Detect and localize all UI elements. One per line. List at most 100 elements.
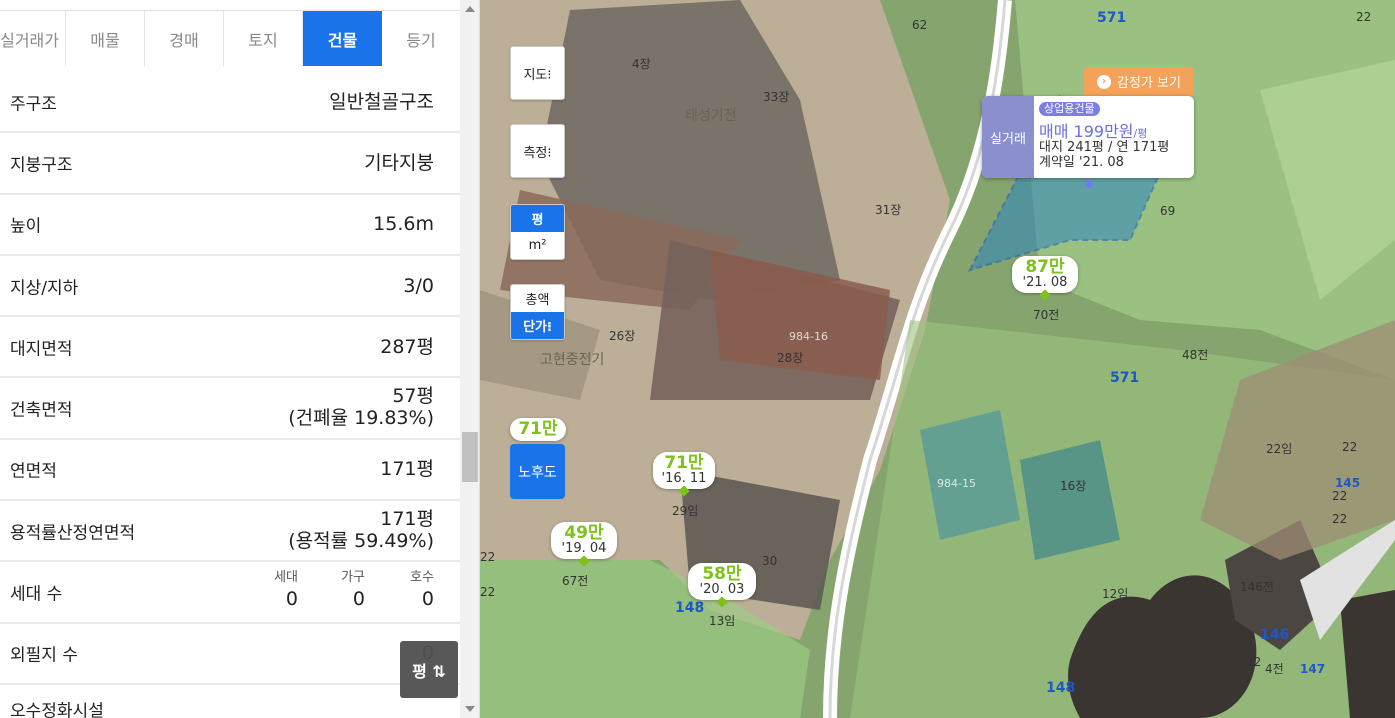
price-marker[interactable]: 71만: [510, 418, 566, 441]
lot-label: 22: [1342, 440, 1358, 454]
price-mode-switch: 총액 단가⁝: [510, 284, 565, 340]
arrow-right-icon: ›: [1097, 74, 1112, 89]
row-roof-structure: 지붕구조 기타지붕: [0, 133, 460, 195]
lot-label: 22: [1332, 512, 1348, 526]
map-type-button[interactable]: 지도⁝: [510, 46, 565, 100]
lot-label: 22: [1246, 655, 1262, 669]
parcel-number: 571: [1110, 370, 1140, 386]
row-value: 일반철골구조: [329, 90, 434, 113]
col-value: 0: [352, 588, 365, 611]
deal-price: 매매 199만원/평: [1039, 118, 1147, 142]
scroll-up-arrow-icon[interactable]: [465, 6, 475, 12]
lot-label: 30: [762, 554, 778, 568]
row-value-group: 57평 (건폐율 19.83%): [288, 385, 434, 429]
lot-label: 22: [480, 585, 496, 599]
lot-label: 984-15: [937, 477, 976, 490]
tab-building[interactable]: 건물: [303, 11, 382, 66]
tab-registry[interactable]: 등기: [382, 11, 461, 66]
unit-m2-button[interactable]: m²: [511, 232, 564, 259]
parcel-number: 571: [1097, 10, 1127, 26]
lot-label: 62: [912, 18, 928, 32]
row-label: 지붕구조: [10, 155, 73, 176]
row-total-floor-area: 연면적 171평: [0, 440, 460, 502]
marker-price: 58만: [702, 564, 742, 584]
household-col: 가구 0: [305, 570, 365, 612]
area-unit-switch: 평 m²: [510, 204, 565, 260]
lot-label: 13임: [709, 614, 736, 628]
parcel-number: 148: [1046, 680, 1076, 696]
lot-label: 22임: [1266, 442, 1293, 456]
row-annex-lots: 외필지 수 0: [0, 624, 460, 685]
lot-label: 31장: [875, 203, 902, 217]
map-view[interactable]: 571 571 145 146 148 148 147 62 4장 33장 98…: [480, 0, 1395, 718]
unit-price-button[interactable]: 단가⁝: [511, 312, 564, 339]
marker-date: '19. 04: [561, 541, 607, 556]
deal-info-card[interactable]: 실거래 상업용건물 매매 199만원/평 대지 241평 / 연 171평 계약…: [982, 96, 1194, 178]
row-value: 171평: [380, 508, 434, 531]
tab-auction[interactable]: 경매: [145, 11, 224, 66]
building-age-button[interactable]: 노후도: [510, 444, 565, 499]
row-label: 외필지 수: [10, 645, 78, 666]
row-label: 주구조: [10, 94, 57, 115]
marker-price: 49만: [564, 523, 604, 543]
col-value: 0: [421, 588, 434, 611]
measure-button[interactable]: 측정⁝: [510, 124, 565, 178]
col-header: 가구: [341, 570, 365, 586]
parcel-number: 148: [675, 600, 705, 616]
building-category-badge: 상업용건물: [1039, 102, 1100, 116]
place-name: 고현중전기: [540, 352, 605, 368]
lot-label: 48전: [1182, 348, 1209, 362]
place-name: 태성기전: [685, 108, 737, 124]
row-label: 대지면적: [10, 339, 73, 360]
marker-price: 71만: [518, 419, 558, 439]
tab-listings[interactable]: 매물: [66, 11, 145, 66]
marker-date: '16. 11: [661, 471, 707, 486]
row-land-area: 대지면적 287평: [0, 317, 460, 379]
lot-label: 16장: [1060, 479, 1087, 493]
unit-toggle-button[interactable]: 평 ⇅: [400, 641, 458, 698]
col-header: 호수: [410, 570, 434, 586]
lot-label: 67전: [562, 574, 589, 588]
lot-label: 4전: [1265, 662, 1284, 676]
row-label: 용적률산정연면적: [10, 523, 136, 544]
row-main-structure: 주구조 일반철골구조: [0, 72, 460, 134]
lot-label: 4장: [632, 57, 651, 71]
lot-label: 22: [480, 550, 496, 564]
total-price-button[interactable]: 총액: [511, 285, 564, 312]
parcel-number: 145: [1335, 476, 1361, 490]
row-label: 오수정화시설: [10, 701, 104, 718]
category-tabs: 실거래가 매물 경매 토지 건물 등기: [0, 10, 461, 66]
row-value: 171평: [380, 458, 434, 481]
panel-scrollbar[interactable]: [460, 0, 479, 718]
appraisal-label: 감정가 보기: [1117, 76, 1181, 91]
row-label: 연면적: [10, 461, 57, 482]
price-marker[interactable]: 58만 '20. 03: [688, 563, 756, 608]
tab-land[interactable]: 토지: [224, 11, 303, 66]
tab-real-price[interactable]: 실거래가: [0, 11, 66, 66]
building-info-list: 주구조 일반철골구조 지붕구조 기타지붕 높이 15.6m 지상/지하 3/0 …: [0, 72, 460, 718]
col-header: 세대: [274, 570, 298, 586]
appraisal-view-button[interactable]: › 감정가 보기: [1084, 67, 1194, 96]
lot-label: 28장: [777, 351, 804, 365]
price-marker[interactable]: 71만 '16. 11: [653, 452, 715, 497]
satellite-background: [480, 0, 1395, 718]
deal-price-value: 매매 199만원: [1039, 122, 1134, 141]
scroll-down-arrow-icon[interactable]: [465, 706, 475, 712]
row-far-floor-area: 용적률산정연면적 171평 (용적률 59.49%): [0, 501, 460, 563]
row-value: 57평: [392, 385, 434, 408]
price-marker[interactable]: 49만 '19. 04: [551, 522, 617, 567]
row-sewage: 오수정화시설: [0, 685, 460, 718]
row-value-group: 171평 (용적률 59.49%): [288, 508, 434, 552]
price-marker[interactable]: 87만 '21. 08: [1012, 256, 1078, 301]
row-value: 287평: [380, 335, 434, 358]
parcel-number: 146: [1260, 627, 1290, 643]
row-subvalue: (건폐율 19.83%): [288, 407, 434, 430]
lot-label: 26장: [609, 329, 636, 343]
deal-type-label: 실거래: [982, 96, 1034, 178]
unit-pyeong-button[interactable]: 평: [511, 205, 564, 232]
row-value: 3/0: [403, 274, 434, 297]
location-pin-icon: [1085, 180, 1093, 188]
scroll-thumb[interactable]: [462, 432, 478, 482]
row-value: 15.6m: [373, 213, 434, 236]
lot-label: 146전: [1240, 580, 1274, 594]
